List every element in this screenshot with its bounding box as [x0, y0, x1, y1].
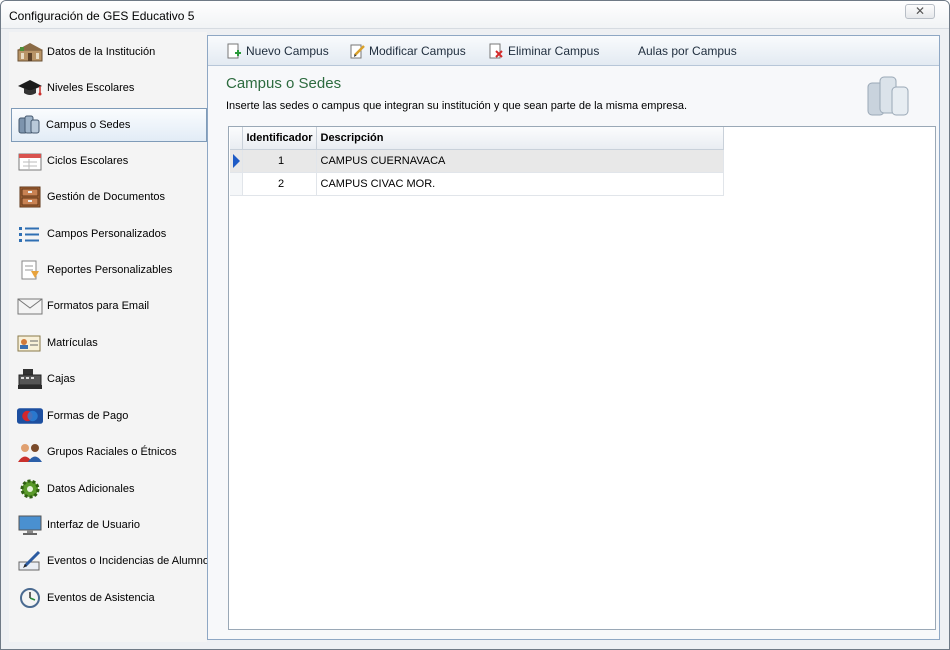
- report-icon: [17, 259, 43, 281]
- envelope-icon: [17, 295, 43, 317]
- new-campus-button[interactable]: Nuevo Campus: [226, 41, 329, 61]
- graduation-cap-icon: [17, 77, 43, 99]
- column-header-id[interactable]: Identificador: [242, 127, 317, 150]
- column-header-description[interactable]: Descripción: [316, 127, 724, 150]
- sidebar-item-label: Grupos Raciales o Étnicos: [47, 446, 177, 458]
- servers-icon: [16, 114, 42, 136]
- sidebar-item-label: Matrículas: [47, 337, 98, 349]
- maestro-card-icon: [17, 405, 43, 427]
- sidebar-item-label: Formas de Pago: [47, 410, 129, 422]
- sidebar-item-label: Eventos de Asistencia: [47, 592, 155, 604]
- calendar-icon: [17, 150, 43, 172]
- sidebar-item-label: Datos de la Institución: [47, 46, 156, 58]
- sidebar-item-campos-personalizados[interactable]: Campos Personalizados: [13, 217, 205, 251]
- sidebar: Datos de la Institución Niveles Escolare…: [9, 32, 215, 642]
- edit-campus-label: Modificar Campus: [369, 44, 466, 58]
- sidebar-item-formatos-email[interactable]: Formatos para Email: [13, 289, 205, 323]
- sidebar-item-reportes-personalizables[interactable]: Reportes Personalizables: [13, 253, 205, 287]
- sidebar-item-datos-institucion[interactable]: Datos de la Institución: [13, 35, 205, 69]
- row-selector[interactable]: [230, 172, 243, 196]
- sidebar-item-label: Eventos o Incidencias de Alumnos: [47, 555, 215, 567]
- window-title: Configuración de GES Educativo 5: [9, 9, 195, 23]
- gear-icon: [17, 478, 43, 500]
- clock-icon: [17, 587, 43, 609]
- sidebar-item-label: Formatos para Email: [47, 300, 150, 312]
- description-cell[interactable]: CAMPUS CUERNAVACA: [316, 149, 724, 173]
- table-row[interactable]: 1 CAMPUS CUERNAVACA: [230, 149, 724, 173]
- sidebar-item-datos-adicionales[interactable]: Datos Adicionales: [13, 472, 205, 506]
- monitor-icon: [17, 514, 43, 536]
- sidebar-item-formas-pago[interactable]: Formas de Pago: [13, 399, 205, 433]
- sidebar-item-eventos-asistencia[interactable]: Eventos de Asistencia: [13, 581, 205, 615]
- delete-campus-label: Eliminar Campus: [508, 44, 600, 58]
- sidebar-item-gestion-documentos[interactable]: Gestión de Documentos: [13, 180, 205, 214]
- edit-campus-button[interactable]: Modificar Campus: [349, 41, 466, 61]
- row-selector[interactable]: [230, 149, 243, 173]
- sidebar-item-label: Reportes Personalizables: [47, 264, 173, 276]
- new-campus-label: Nuevo Campus: [246, 44, 329, 58]
- servers-icon: [867, 76, 909, 116]
- sidebar-item-interfaz-usuario[interactable]: Interfaz de Usuario: [13, 508, 205, 542]
- id-cell[interactable]: 2: [242, 172, 317, 196]
- building-icon: [17, 41, 43, 63]
- content-panel: Nuevo Campus Modificar Campus Eliminar C…: [207, 35, 940, 640]
- sidebar-item-matriculas[interactable]: Matrículas: [13, 326, 205, 360]
- sidebar-item-label: Niveles Escolares: [47, 82, 135, 94]
- new-document-icon: [227, 43, 241, 59]
- cash-register-icon: [17, 368, 43, 390]
- campus-table: Identificador Descripción 1 CAMPUS CUERN…: [230, 127, 724, 196]
- sidebar-item-cajas[interactable]: Cajas: [13, 362, 205, 396]
- toolbar: Nuevo Campus Modificar Campus Eliminar C…: [208, 36, 939, 66]
- rooms-by-campus-button[interactable]: Aulas por Campus: [638, 41, 737, 61]
- close-icon: ✕: [914, 4, 926, 18]
- table-header-row: Identificador Descripción: [230, 127, 724, 150]
- close-button[interactable]: ✕: [905, 4, 935, 19]
- file-cabinet-icon: [17, 186, 43, 208]
- sidebar-item-label: Interfaz de Usuario: [47, 519, 140, 531]
- sidebar-item-niveles-escolares[interactable]: Niveles Escolares: [13, 71, 205, 105]
- sidebar-item-label: Ciclos Escolares: [47, 155, 129, 167]
- sidebar-item-label: Campus o Sedes: [46, 119, 131, 131]
- edit-document-icon: [350, 44, 365, 59]
- sidebar-item-campus-sedes[interactable]: Campus o Sedes: [11, 108, 207, 142]
- delete-document-icon: [489, 43, 503, 59]
- sidebar-item-label: Datos Adicionales: [47, 483, 135, 495]
- sidebar-item-label: Cajas: [47, 373, 76, 385]
- sidebar-item-label: Gestión de Documentos: [47, 191, 166, 203]
- section-header: Campus o Sedes Inserte las sedes o campu…: [208, 67, 939, 127]
- sidebar-item-ciclos-escolares[interactable]: Ciclos Escolares: [13, 144, 205, 178]
- config-window: Configuración de GES Educativo 5 ✕ Datos…: [0, 0, 950, 650]
- page-title: Campus o Sedes: [226, 75, 342, 92]
- people-icon: [17, 441, 43, 463]
- campus-grid: Identificador Descripción 1 CAMPUS CUERN…: [228, 126, 936, 630]
- sidebar-item-eventos-incidencias[interactable]: Eventos o Incidencias de Alumnos: [13, 544, 215, 578]
- delete-campus-button[interactable]: Eliminar Campus: [488, 41, 599, 61]
- row-selector-header: [230, 127, 243, 150]
- id-cell[interactable]: 1: [242, 149, 317, 173]
- table-row[interactable]: 2 CAMPUS CIVAC MOR.: [230, 172, 724, 196]
- title-bar: Configuración de GES Educativo 5 ✕: [1, 1, 949, 29]
- sidebar-item-grupos-raciales[interactable]: Grupos Raciales o Étnicos: [13, 435, 205, 469]
- sidebar-item-label: Campos Personalizados: [47, 228, 167, 240]
- page-description: Inserte las sedes o campus que integran …: [226, 100, 688, 112]
- id-card-icon: [17, 332, 43, 354]
- description-cell[interactable]: CAMPUS CIVAC MOR.: [316, 172, 724, 196]
- current-row-arrow-icon: [233, 153, 240, 168]
- list-icon: [17, 223, 43, 245]
- pen-icon: [17, 550, 43, 572]
- rooms-by-campus-label: Aulas por Campus: [638, 44, 737, 58]
